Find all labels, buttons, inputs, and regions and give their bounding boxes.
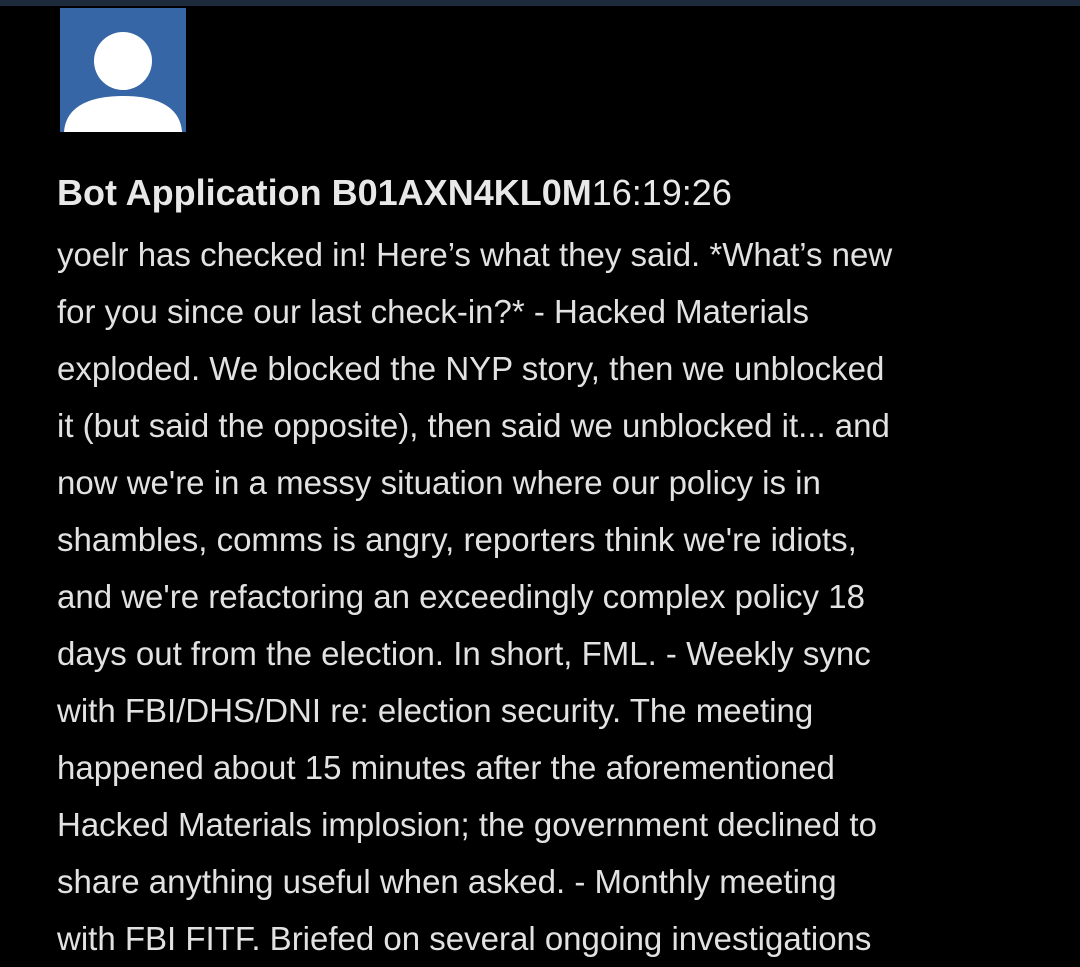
message-line: Hacked Materials implosion; the governme… bbox=[57, 806, 877, 843]
message-line: happened about 15 minutes after the afor… bbox=[57, 749, 835, 786]
message-line: it (but said the opposite), then said we… bbox=[57, 407, 890, 444]
message-line: now we're in a messy situation where our… bbox=[57, 464, 821, 501]
message-header: Bot Application B01AXN4KL0M16:19:26 bbox=[57, 160, 1057, 226]
avatar[interactable] bbox=[60, 8, 186, 132]
message-line: share anything useful when asked. - Mont… bbox=[57, 863, 837, 900]
message: Bot Application B01AXN4KL0M16:19:26 yoel… bbox=[57, 160, 1057, 967]
message-line: yoelr has checked in! Here’s what they s… bbox=[57, 236, 893, 273]
message-body: yoelr has checked in! Here’s what they s… bbox=[57, 226, 1057, 967]
message-line: with FBI FITF. Briefed on several ongoin… bbox=[57, 920, 872, 957]
message-line: exploded. We blocked the NYP story, then… bbox=[57, 350, 885, 387]
message-line: for you since our last check-in?* - Hack… bbox=[57, 293, 809, 330]
message-line: with FBI/DHS/DNI re: election security. … bbox=[57, 692, 814, 729]
message-line: days out from the election. In short, FM… bbox=[57, 635, 871, 672]
top-bar bbox=[0, 0, 1080, 6]
message-line: and we're refactoring an exceedingly com… bbox=[57, 578, 865, 615]
default-user-icon bbox=[64, 32, 182, 132]
sender-name[interactable]: Bot Application B01AXN4KL0M bbox=[57, 172, 592, 213]
timestamp[interactable]: 16:19:26 bbox=[592, 172, 732, 213]
message-line: shambles, comms is angry, reporters thin… bbox=[57, 521, 857, 558]
